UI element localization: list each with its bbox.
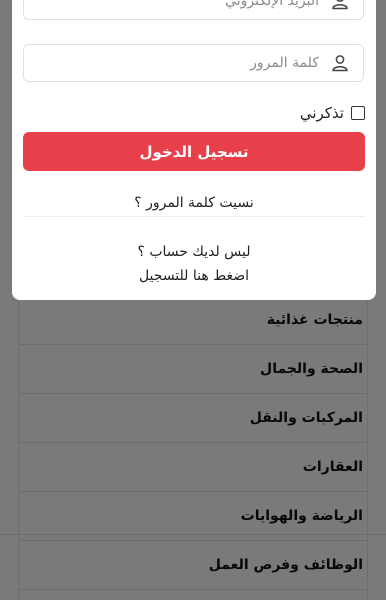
remember-label: تذكرني [299,104,344,122]
divider [23,216,365,217]
register-link[interactable]: اضغط هنا للتسجيل [12,268,376,284]
password-field[interactable] [23,44,364,82]
user-icon [332,55,348,72]
login-button[interactable]: تسجيل الدخول [23,132,365,171]
email-field[interactable] [23,0,364,20]
email-input[interactable] [24,0,363,19]
forgot-password-link[interactable]: نسيت كلمة المرور ؟ [12,195,376,211]
password-input[interactable] [24,45,363,81]
remember-checkbox[interactable] [351,106,365,120]
no-account-text: ليس لديك حساب ؟ [137,244,251,260]
user-icon [332,0,348,10]
login-modal: تذكرني تسجيل الدخول نسيت كلمة المرور ؟ ل… [12,0,376,300]
remember-me[interactable]: تذكرني [300,104,365,122]
